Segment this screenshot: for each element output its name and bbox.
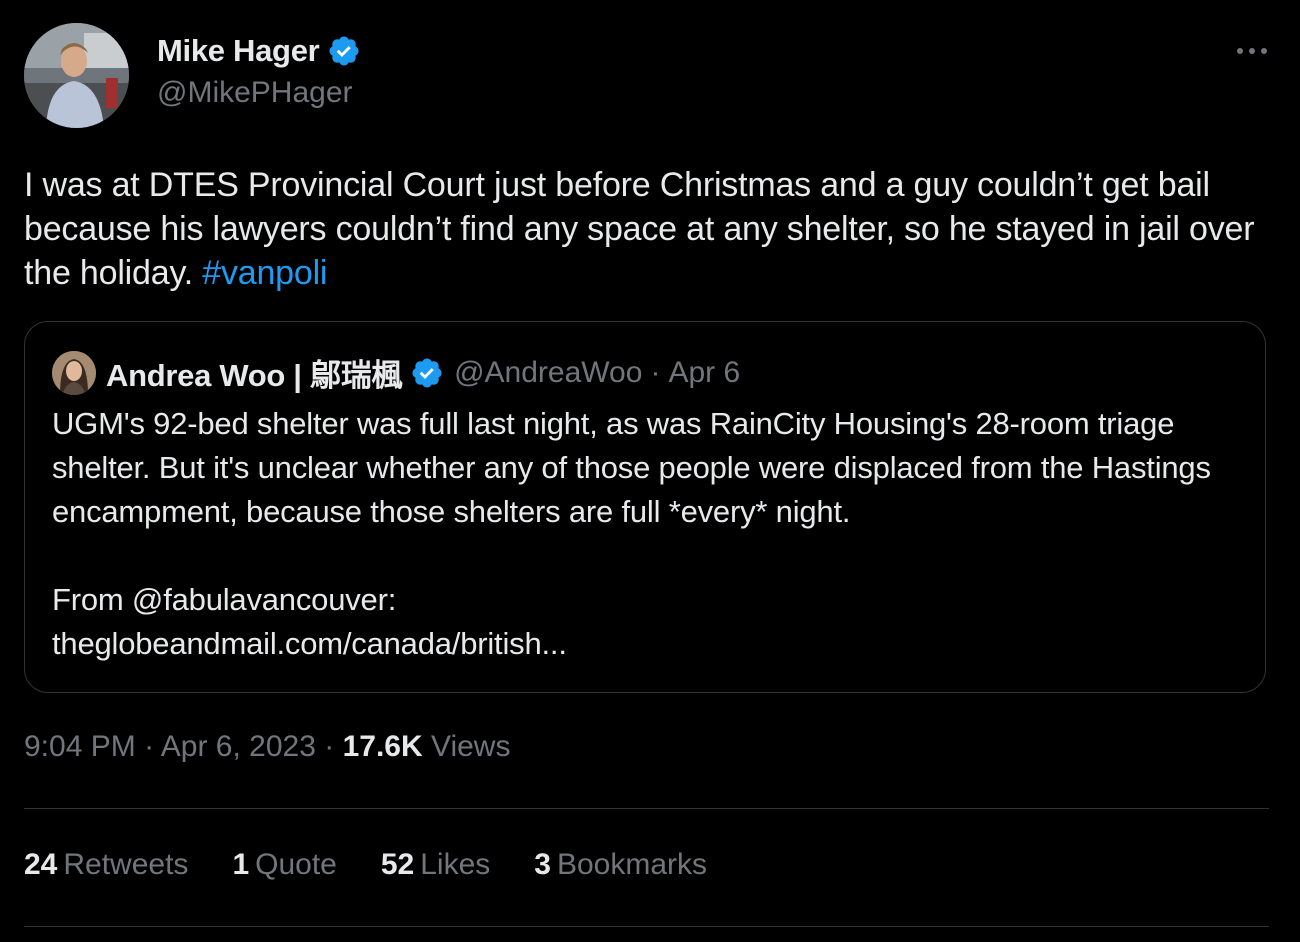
views-count: 17.6K [342, 730, 423, 763]
bookmarks-stat[interactable]: 3 Bookmarks [534, 848, 707, 882]
author-info: Mike Hager @MikePHager [157, 30, 361, 110]
bookmarks-label: Bookmarks [556, 848, 708, 881]
tweet-meta: 9:04 PM · Apr 6, 2023 · 17.6K Views [24, 730, 510, 764]
hashtag-link[interactable]: #vanpoli [202, 254, 327, 292]
meta-separator: · [324, 730, 335, 763]
quoted-author-name[interactable]: Andrea Woo | 鄔瑞楓 [106, 350, 402, 395]
quoted-link[interactable]: theglobeandmail.com/canada/british... [52, 622, 1242, 666]
quoted-date[interactable]: Apr 6 [668, 356, 740, 390]
divider [24, 926, 1269, 927]
verified-badge-icon[interactable] [327, 34, 361, 68]
quoted-paragraph: UGM's 92-bed shelter was full last night… [52, 406, 1211, 529]
quoted-tweet-text: UGM's 92-bed shelter was full last night… [52, 402, 1242, 666]
likes-label: Likes [420, 848, 491, 881]
retweets-count: 24 [24, 848, 58, 881]
divider [24, 808, 1269, 809]
author-avatar[interactable] [24, 23, 129, 128]
quoted-author-handle[interactable]: @AndreaWoo [454, 356, 642, 390]
quotes-label: Quote [255, 848, 337, 881]
likes-stat[interactable]: 52 Likes [381, 848, 490, 882]
retweets-label: Retweets [63, 848, 189, 881]
quoted-separator: · [650, 355, 661, 389]
views-label: Views [430, 730, 511, 763]
verified-badge-icon[interactable] [410, 356, 444, 390]
quoted-tweet[interactable]: Andrea Woo | 鄔瑞楓 @AndreaWoo · Apr 6 UGM'… [24, 321, 1266, 693]
meta-separator: · [144, 730, 155, 763]
tweet-text: I was at DTES Provincial Court just befo… [24, 163, 1274, 295]
likes-count: 52 [380, 848, 415, 881]
tweet-date[interactable]: Apr 6, 2023 [161, 730, 316, 763]
retweets-stat[interactable]: 24 Retweets [24, 848, 188, 882]
author-handle[interactable]: @MikePHager [157, 76, 361, 110]
bookmarks-count: 3 [534, 848, 551, 881]
quoted-author-avatar[interactable] [52, 350, 96, 395]
author-name-row: Mike Hager [157, 30, 361, 72]
tweet-time[interactable]: 9:04 PM [24, 730, 136, 763]
quoted-from-line: From @fabulavancouver: [52, 582, 397, 617]
quotes-stat[interactable]: 1 Quote [232, 848, 336, 882]
quotes-count: 1 [232, 848, 250, 881]
tweet: Mike Hager @MikePHager I was at DTES Pro… [0, 0, 1300, 942]
engagement-stats: 24 Retweets 1 Quote 52 Likes 3 Bookmarks [24, 848, 751, 882]
quoted-tweet-header: Andrea Woo | 鄔瑞楓 @AndreaWoo · Apr 6 [52, 350, 740, 395]
author-name[interactable]: Mike Hager [157, 33, 320, 69]
more-horizontal-icon[interactable] [1234, 36, 1270, 66]
